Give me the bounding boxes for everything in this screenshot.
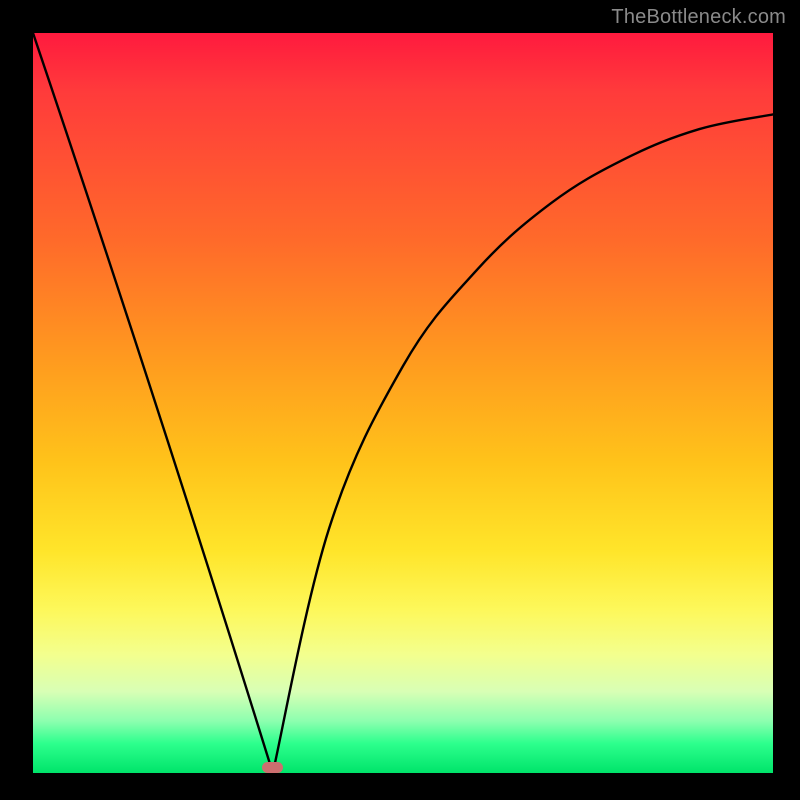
- minimum-marker: [262, 762, 283, 773]
- bottleneck-curve: [33, 33, 773, 773]
- plot-area: [33, 33, 773, 773]
- watermark-text: TheBottleneck.com: [611, 6, 786, 29]
- chart-frame: TheBottleneck.com: [0, 0, 800, 800]
